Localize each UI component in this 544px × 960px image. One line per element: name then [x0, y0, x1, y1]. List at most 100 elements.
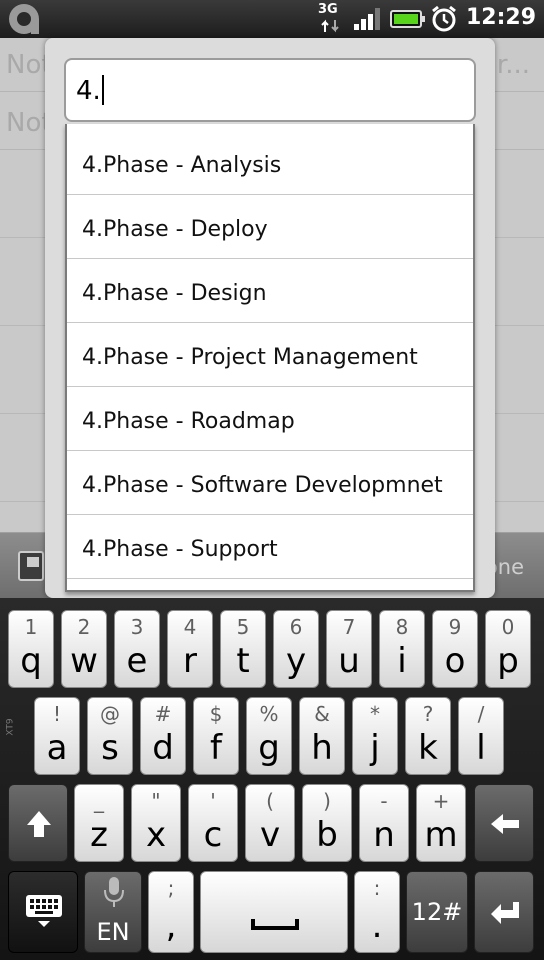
- battery-icon: [390, 10, 425, 28]
- key-secondary-label: 8: [395, 615, 409, 639]
- symbols-key[interactable]: 12#: [406, 871, 468, 953]
- language-label: EN: [96, 918, 130, 946]
- key-v[interactable]: (v: [245, 784, 295, 862]
- key-label: ,: [165, 906, 177, 946]
- key-label: a: [46, 728, 68, 768]
- key-k[interactable]: ? k: [405, 697, 451, 775]
- key-j[interactable]: * j: [352, 697, 398, 775]
- suggestion-item[interactable]: 4.Phase - Support: [67, 515, 473, 579]
- key-label: h: [311, 728, 333, 768]
- key-label: s: [101, 728, 119, 768]
- keyboard-icon: [26, 895, 62, 927]
- key-n[interactable]: -n: [359, 784, 409, 862]
- key-d[interactable]: # d: [140, 697, 186, 775]
- suggestion-item[interactable]: 4.Phase - Design: [67, 259, 473, 323]
- key-label: b: [316, 815, 338, 855]
- key-secondary-label: 7: [342, 615, 356, 639]
- text-cursor: [101, 74, 104, 105]
- key-secondary-label: ": [151, 789, 161, 813]
- soft-keyboard: XT9 1q 2w 3e 4r 5t 6y 7u 8i 9o 0p ! a @ s …: [0, 598, 544, 960]
- key-b[interactable]: ) b: [302, 784, 352, 862]
- key-s[interactable]: @ s: [87, 697, 133, 775]
- key-t[interactable]: 5t: [220, 610, 266, 688]
- key-secondary-label: 0: [501, 615, 515, 639]
- key-label: e: [126, 641, 148, 681]
- key-f[interactable]: $ f: [193, 697, 239, 775]
- key-q[interactable]: 1q: [8, 610, 54, 688]
- key-secondary-label: 4: [183, 615, 197, 639]
- key-label: l: [476, 728, 486, 768]
- language-key[interactable]: EN: [84, 871, 142, 953]
- key-label: n: [373, 815, 395, 855]
- key-secondary-label: +: [432, 789, 450, 813]
- tag-input-value: 4.: [76, 76, 101, 106]
- autocomplete-dropdown: 4.Phase - Analysis 4.Phase - Deploy 4.Ph…: [65, 124, 475, 592]
- key-secondary-label: &: [314, 702, 330, 726]
- suggestion-item[interactable]: 4.Phase - Software Developmnet: [67, 451, 473, 515]
- key-secondary-label: :: [373, 876, 381, 900]
- key-label: c: [203, 815, 223, 855]
- key-g[interactable]: % g: [246, 697, 292, 775]
- key-label: z: [90, 815, 108, 855]
- key-comma[interactable]: ;,: [148, 871, 194, 953]
- key-label: m: [424, 815, 458, 855]
- key-z[interactable]: _ z: [74, 784, 124, 862]
- key-m[interactable]: + m: [416, 784, 466, 862]
- key-secondary-label: ): [323, 789, 331, 813]
- suggestion-item[interactable]: 4.Phase - Roadmap: [67, 387, 473, 451]
- key-x[interactable]: " x: [131, 784, 181, 862]
- shift-key[interactable]: [8, 784, 68, 862]
- key-label: k: [418, 728, 438, 768]
- alarm-icon: [432, 5, 456, 32]
- space-icon: [251, 919, 299, 930]
- key-e[interactable]: 3e: [114, 610, 160, 688]
- key-secondary-label: #: [154, 702, 172, 726]
- key-secondary-label: ;: [167, 876, 175, 900]
- key-c[interactable]: ' c: [188, 784, 238, 862]
- key-label: y: [285, 641, 307, 681]
- key-label: f: [210, 728, 222, 768]
- suggestion-item[interactable]: 4.Phase - Project Management: [67, 323, 473, 387]
- tag-input[interactable]: 4.: [64, 58, 476, 122]
- clock: 12:29: [466, 5, 537, 30]
- key-r[interactable]: 4r: [167, 610, 213, 688]
- key-label: w: [70, 641, 98, 681]
- enter-icon: [491, 902, 519, 924]
- key-p[interactable]: 0p: [485, 610, 531, 688]
- suggestion-item[interactable]: 4.Phase - Deploy: [67, 195, 473, 259]
- enter-key[interactable]: [474, 871, 534, 953]
- key-y[interactable]: 6y: [273, 610, 319, 688]
- app-logo-icon: [9, 4, 39, 34]
- key-secondary-label: _: [94, 789, 104, 813]
- key-secondary-label: %: [259, 702, 279, 726]
- key-secondary-label: 1: [24, 615, 38, 639]
- symbols-label: 12#: [411, 898, 463, 926]
- key-secondary-label: @: [100, 702, 120, 726]
- key-u[interactable]: 7u: [326, 610, 372, 688]
- key-secondary-label: 9: [448, 615, 462, 639]
- key-w[interactable]: 2w: [61, 610, 107, 688]
- key-period[interactable]: :.: [354, 871, 400, 953]
- backspace-key[interactable]: [474, 784, 534, 862]
- key-secondary-label: !: [52, 702, 62, 726]
- key-l[interactable]: / l: [458, 697, 504, 775]
- key-secondary-label: (: [266, 789, 274, 813]
- background-field-label: r...: [496, 50, 530, 80]
- key-label: .: [371, 906, 383, 946]
- key-secondary-label: /: [477, 702, 485, 726]
- network-type-label: 3G: [318, 2, 338, 17]
- key-label: v: [259, 815, 281, 855]
- key-a[interactable]: ! a: [34, 697, 80, 775]
- book-icon: [18, 551, 44, 581]
- key-label: x: [145, 815, 167, 855]
- suggestion-item[interactable]: 4.Phase - Analysis: [67, 131, 473, 195]
- network-3g-icon: 3G: [318, 2, 344, 36]
- keyboard-hide-key[interactable]: [8, 871, 78, 953]
- backspace-icon: [491, 814, 519, 834]
- key-o[interactable]: 9o: [432, 610, 478, 688]
- key-secondary-label: 5: [236, 615, 250, 639]
- shift-icon: [27, 811, 51, 837]
- key-i[interactable]: 8i: [379, 610, 425, 688]
- key-h[interactable]: & h: [299, 697, 345, 775]
- space-key[interactable]: [200, 871, 348, 953]
